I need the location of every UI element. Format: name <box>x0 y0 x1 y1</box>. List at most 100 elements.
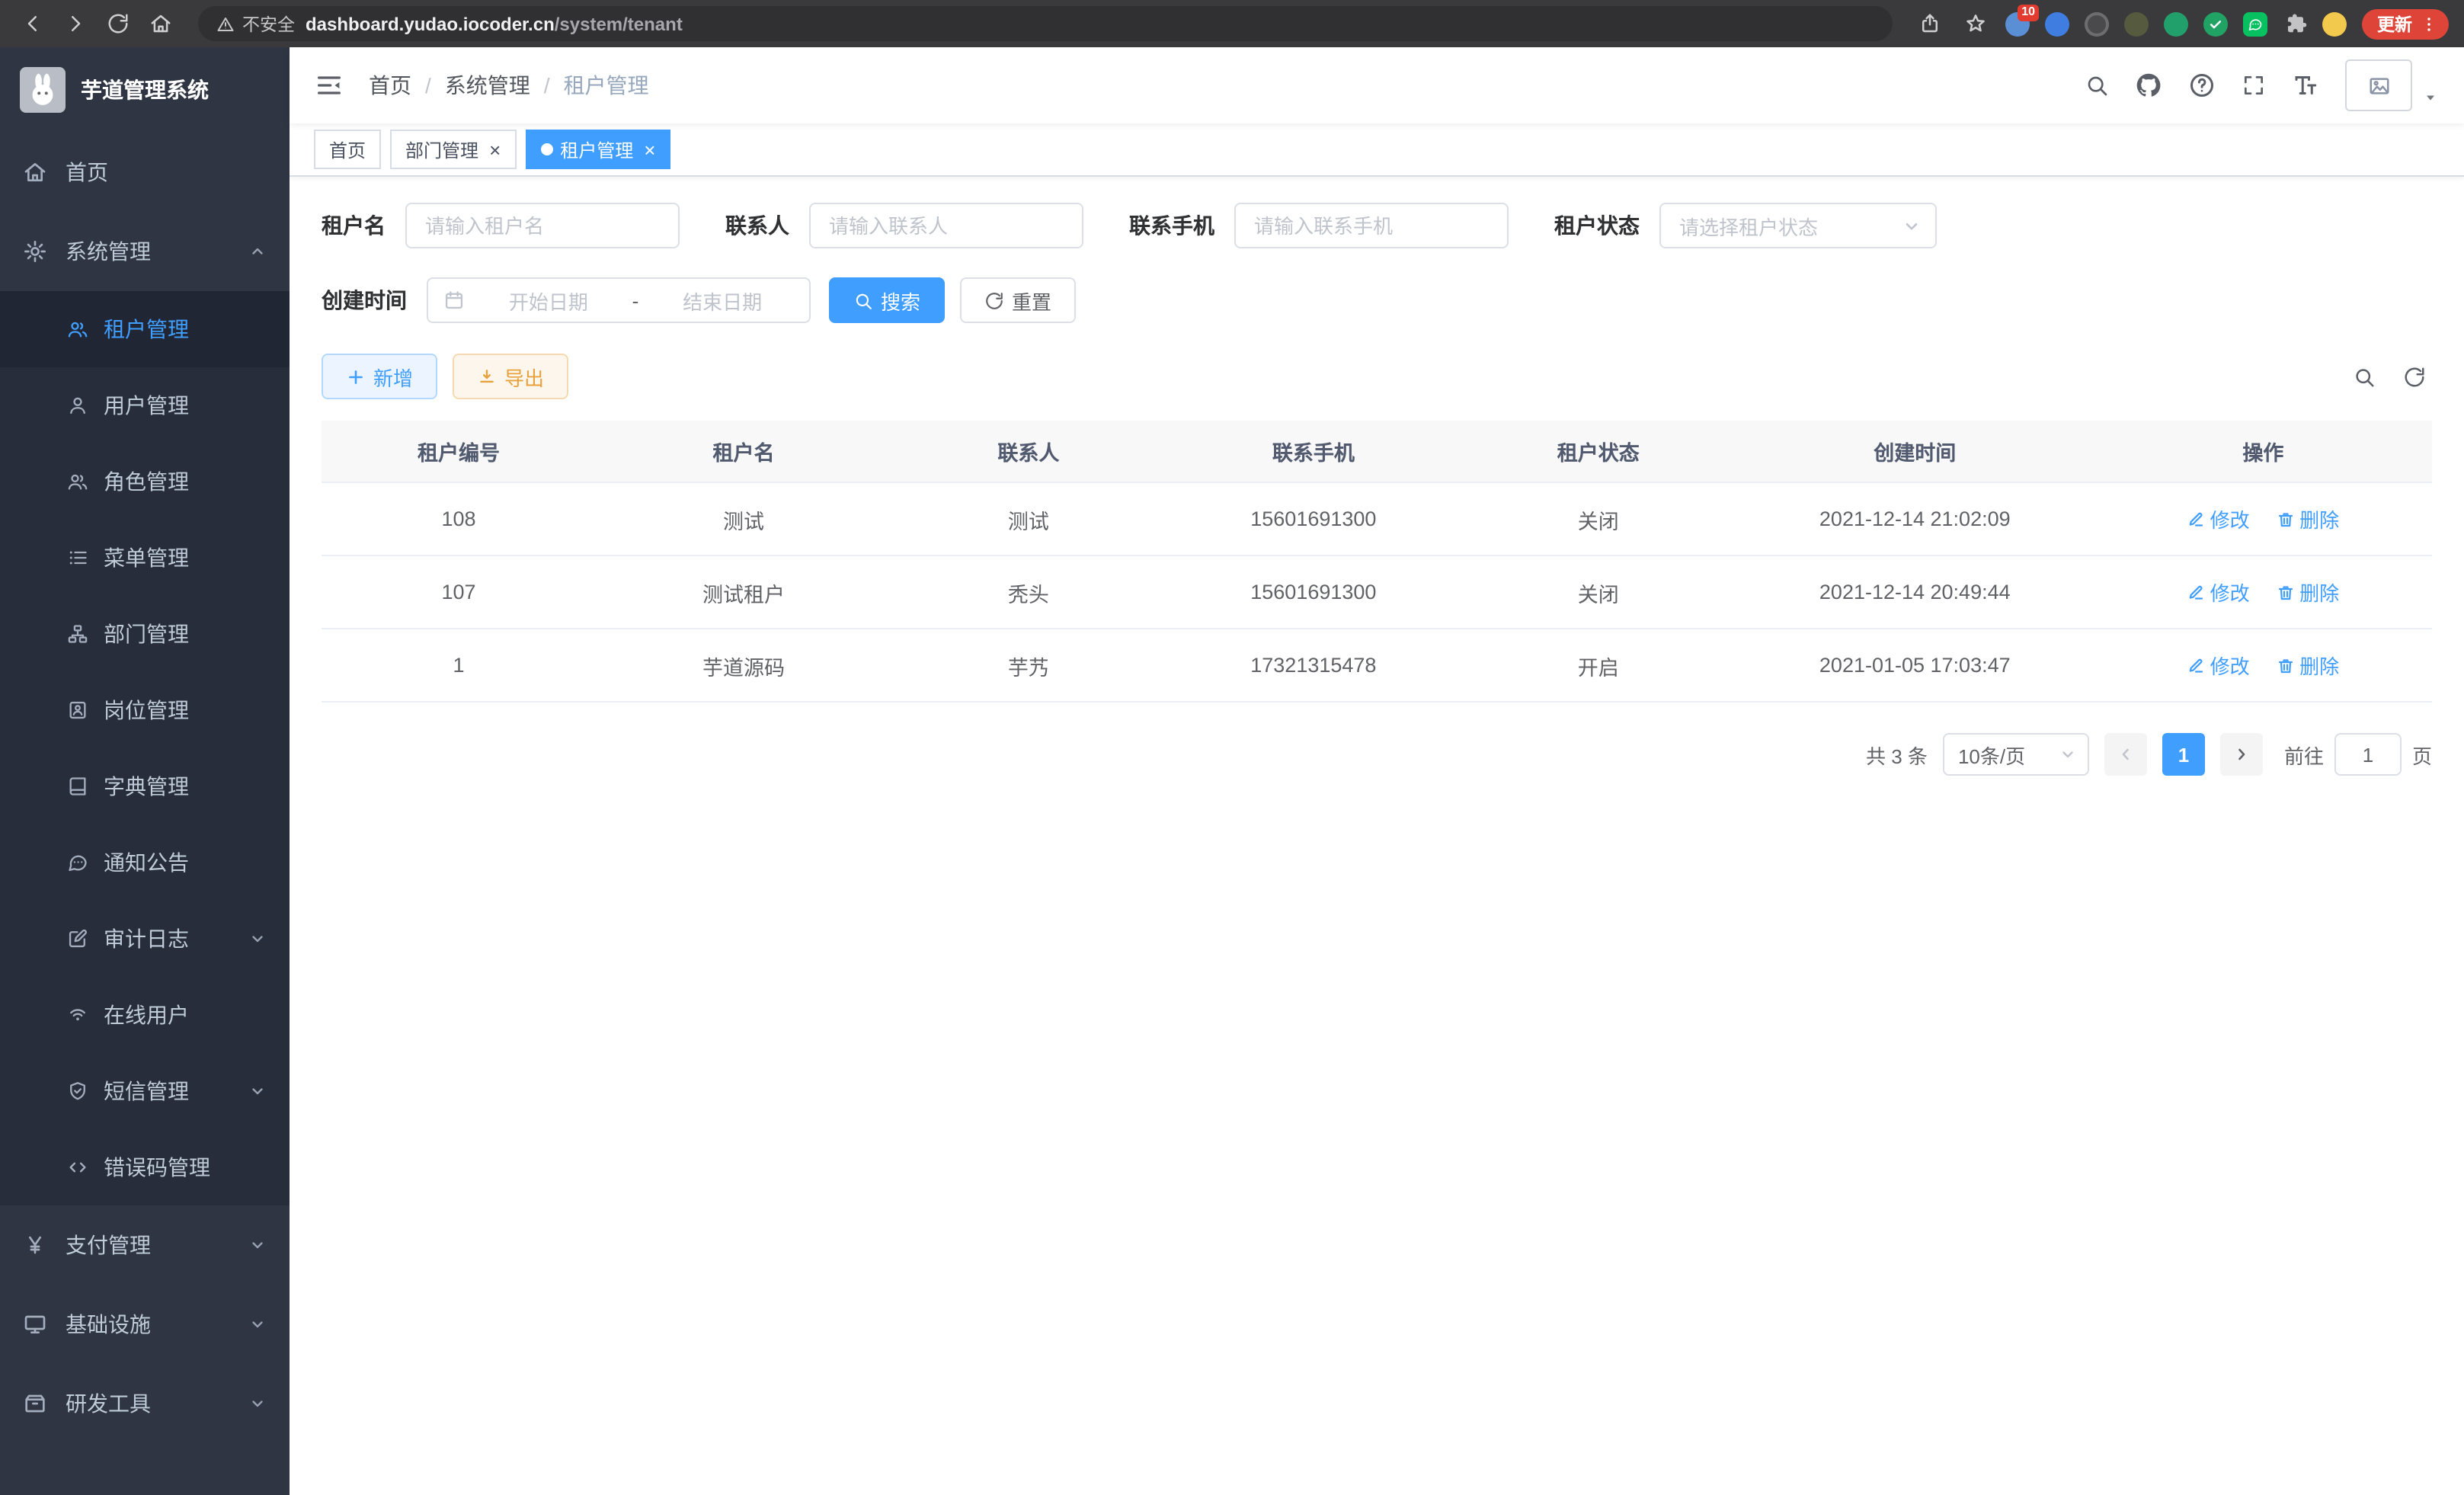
broken-image-icon <box>2367 74 2390 97</box>
cell-contact: 芋艿 <box>891 629 1166 702</box>
extension-icon-1[interactable]: 10 <box>2005 11 2030 36</box>
extension-icon-4[interactable] <box>2124 11 2149 36</box>
date-end-placeholder: 结束日期 <box>651 286 794 315</box>
page-size-select[interactable]: 10条/页 <box>1943 733 2089 776</box>
sidebar-item-menus[interactable]: 菜单管理 <box>0 520 290 596</box>
close-icon[interactable]: × <box>644 139 655 159</box>
browser-reload-button[interactable] <box>101 7 134 40</box>
delete-link[interactable]: 删除 <box>2277 504 2339 533</box>
sidebar-item-label: 字典管理 <box>104 771 189 802</box>
date-range-picker[interactable]: 开始日期 - 结束日期 <box>427 277 811 323</box>
filter-label: 创建时间 <box>322 285 407 315</box>
filter-tenant-name: 租户名 <box>322 203 680 248</box>
cell-status: 关闭 <box>1461 555 1736 629</box>
sidebar-item-audit-log[interactable]: 审计日志 <box>0 901 290 977</box>
extension-icon-5[interactable] <box>2164 11 2188 36</box>
sidebar-item-notices[interactable]: 通知公告 <box>0 824 290 901</box>
tab-home[interactable]: 首页 <box>314 130 381 169</box>
reset-button[interactable]: 重置 <box>960 277 1076 323</box>
search-icon[interactable] <box>2085 73 2109 98</box>
extension-icon-2[interactable] <box>2045 11 2069 36</box>
sidebar-item-departments[interactable]: 部门管理 <box>0 596 290 672</box>
extension-icon-3[interactable] <box>2085 11 2109 36</box>
add-button[interactable]: 新增 <box>322 354 437 399</box>
calendar-icon <box>443 290 465 311</box>
bookmark-star-button[interactable] <box>1960 7 1990 40</box>
close-icon[interactable]: × <box>489 139 501 159</box>
contact-input[interactable] <box>809 203 1083 248</box>
search-icon <box>853 290 873 310</box>
extension-icon-chat[interactable] <box>2243 11 2267 36</box>
date-separator: - <box>632 289 639 312</box>
prev-page-button[interactable] <box>2104 733 2147 776</box>
user-menu[interactable] <box>2345 59 2440 111</box>
sidebar-item-system[interactable]: 系统管理 <box>0 212 290 291</box>
home-icon <box>23 160 47 184</box>
hamburger-icon[interactable] <box>314 70 344 101</box>
edit-link[interactable]: 修改 <box>2187 504 2250 533</box>
browser-forward-button[interactable] <box>58 7 91 40</box>
phone-input[interactable] <box>1234 203 1509 248</box>
cell-contact: 秃头 <box>891 555 1166 629</box>
share-button[interactable] <box>1914 7 1944 40</box>
sidebar-item-sms[interactable]: 短信管理 <box>0 1053 290 1129</box>
col-created: 创建时间 <box>1736 421 2094 482</box>
sidebar-item-infrastructure[interactable]: 基础设施 <box>0 1285 290 1364</box>
col-tenant-id: 租户编号 <box>322 421 596 482</box>
sidebar-item-online-users[interactable]: 在线用户 <box>0 977 290 1053</box>
sidebar-item-users[interactable]: 用户管理 <box>0 367 290 443</box>
tab-department[interactable]: 部门管理 × <box>390 130 516 169</box>
avatar <box>2345 59 2412 111</box>
edit-link[interactable]: 修改 <box>2187 578 2250 607</box>
url-text: dashboard.yudao.iocoder.cn/system/tenant <box>306 13 683 34</box>
toggle-search-icon[interactable] <box>2353 365 2376 388</box>
export-button[interactable]: 导出 <box>453 354 568 399</box>
sidebar-item-dictionary[interactable]: 字典管理 <box>0 748 290 824</box>
table-header-row: 租户编号 租户名 联系人 联系手机 租户状态 创建时间 操作 <box>322 421 2432 482</box>
trash-icon <box>2277 510 2295 528</box>
github-icon[interactable] <box>2135 72 2162 99</box>
goto-page-input[interactable] <box>2334 733 2402 776</box>
extension-icon-profile[interactable] <box>2322 11 2347 36</box>
edit-link[interactable]: 修改 <box>2187 651 2250 680</box>
tab-tenant-active[interactable]: 租户管理 × <box>525 130 670 169</box>
sidebar-item-label: 通知公告 <box>104 847 189 878</box>
page-number-active[interactable]: 1 <box>2162 733 2205 776</box>
delete-link[interactable]: 删除 <box>2277 651 2339 680</box>
sidebar-item-home[interactable]: 首页 <box>0 133 290 212</box>
tenant-name-input[interactable] <box>405 203 680 248</box>
font-size-icon[interactable] <box>2292 72 2319 99</box>
sidebar-item-tenant[interactable]: 租户管理 <box>0 291 290 367</box>
fullscreen-icon[interactable] <box>2242 73 2266 98</box>
delete-link[interactable]: 删除 <box>2277 578 2339 607</box>
refresh-table-icon[interactable] <box>2403 365 2426 388</box>
sidebar-item-label: 错误码管理 <box>104 1152 210 1183</box>
sidebar-item-payment[interactable]: 支付管理 <box>0 1205 290 1285</box>
sidebar-item-error-codes[interactable]: 错误码管理 <box>0 1129 290 1205</box>
docs-question-icon[interactable] <box>2188 72 2216 99</box>
site-security[interactable]: 不安全 <box>216 11 295 36</box>
search-button[interactable]: 搜索 <box>829 277 945 323</box>
sidebar-item-label: 审计日志 <box>104 924 189 954</box>
next-page-button[interactable] <box>2220 733 2263 776</box>
filter-label: 租户状态 <box>1554 210 1640 241</box>
browser-back-button[interactable] <box>15 7 49 40</box>
extensions-puzzle-icon[interactable] <box>2283 11 2307 36</box>
sidebar-item-positions[interactable]: 岗位管理 <box>0 672 290 748</box>
people-icon <box>67 471 88 492</box>
sidebar-item-dev-tools[interactable]: 研发工具 <box>0 1364 290 1443</box>
cell-created: 2021-01-05 17:03:47 <box>1736 629 2094 702</box>
address-bar[interactable]: 不安全 dashboard.yudao.iocoder.cn/system/te… <box>198 6 1893 41</box>
breadcrumb-system[interactable]: 系统管理 <box>445 70 530 101</box>
browser-home-button[interactable] <box>143 7 177 40</box>
filter-create-time: 创建时间 开始日期 - 结束日期 <box>322 277 811 323</box>
filter-contact: 联系人 <box>725 203 1083 248</box>
cell-created: 2021-12-14 21:02:09 <box>1736 482 2094 555</box>
browser-update-button[interactable]: 更新 <box>2362 8 2449 39</box>
gear-icon <box>23 239 47 264</box>
breadcrumb-home[interactable]: 首页 <box>369 70 411 101</box>
extension-icon-check[interactable] <box>2203 11 2228 36</box>
sidebar-item-roles[interactable]: 角色管理 <box>0 443 290 520</box>
status-select[interactable]: 请选择租户状态 <box>1659 203 1937 248</box>
app-logo[interactable]: 芋道管理系统 <box>0 47 290 133</box>
